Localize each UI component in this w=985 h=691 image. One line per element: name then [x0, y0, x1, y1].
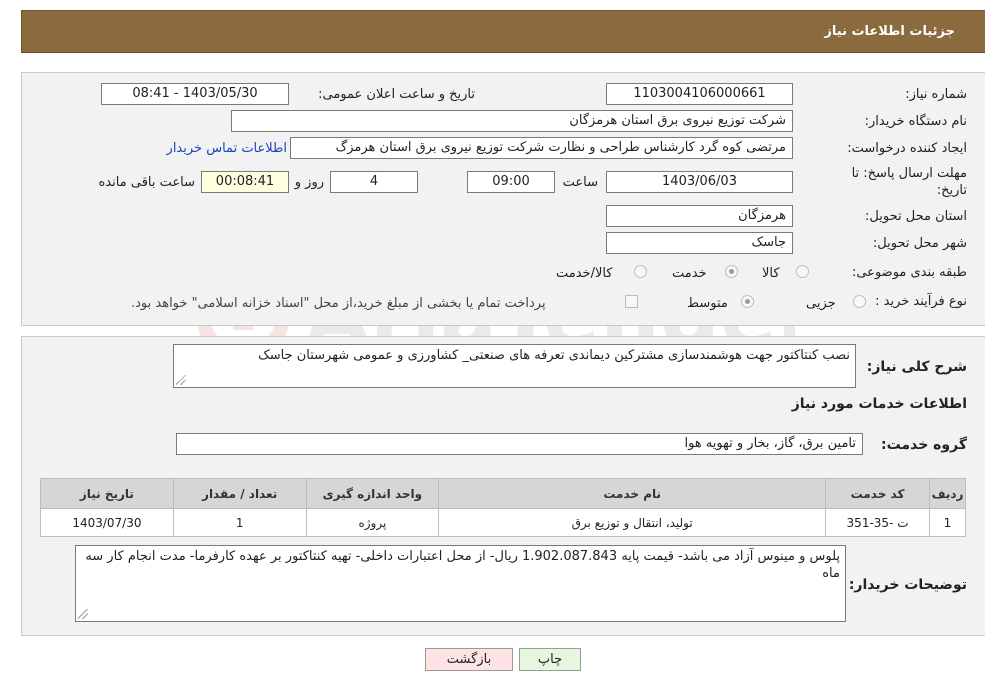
city-label: شهر محل تحویل: — [872, 236, 967, 251]
cell-service-code: ت -35-351 — [825, 508, 930, 537]
category-option-service: خدمت — [672, 266, 707, 281]
days-label: روز و — [294, 175, 324, 190]
process-option-medium: متوسط — [687, 296, 728, 311]
category-radio-goods-service[interactable] — [634, 265, 647, 278]
category-label: طبقه بندی موضوعی: — [851, 265, 967, 280]
treasury-payment-note: پرداخت تمام یا بخشی از مبلغ خرید،از محل … — [131, 296, 546, 311]
table-row: 1 ت -35-351 تولید، انتقال و توزیع برق پر… — [40, 508, 966, 537]
column-header-service-name: نام خدمت — [438, 478, 827, 509]
back-button[interactable]: بازگشت — [425, 648, 513, 671]
city-field[interactable]: جاسک — [606, 232, 793, 254]
process-radio-minor[interactable] — [853, 295, 866, 308]
resize-grip-icon[interactable] — [176, 375, 186, 385]
buyer-contact-link[interactable]: اطلاعات تماس خریدار — [167, 141, 287, 156]
remaining-label: ساعت باقی مانده — [98, 175, 195, 190]
announce-datetime-field[interactable]: 1403/05/30 - 08:41 — [101, 83, 289, 105]
page-title: جزئیات اطلاعات نیاز — [824, 24, 955, 39]
column-header-quantity: تعداد / مقدار — [172, 478, 307, 509]
province-label: استان محل تحویل: — [865, 209, 967, 224]
days-field[interactable]: 4 — [330, 171, 418, 193]
treasury-payment-checkbox[interactable] — [625, 295, 638, 308]
print-button[interactable]: چاپ — [519, 648, 581, 671]
process-type-label: نوع فرآیند خرید : — [875, 294, 967, 309]
table-header-row: ردیف کد خدمت نام خدمت واحد اندازه گیری ت… — [40, 478, 966, 509]
announce-label: تاریخ و ساعت اعلان عمومی: — [318, 87, 475, 102]
buyer-org-field[interactable]: شرکت توزیع نیروی برق استان هرمزگان — [231, 110, 793, 132]
need-number-field[interactable]: 1103004106000661 — [606, 83, 793, 105]
description-textarea[interactable]: نصب کنتاکتور جهت هوشمندسازی مشترکین دیما… — [173, 344, 856, 388]
service-group-field[interactable]: تامین برق، گاز، بخار و تهویه هوا — [176, 433, 863, 455]
category-option-goods-service: کالا/خدمت — [556, 266, 613, 281]
column-header-row-number: ردیف — [929, 478, 966, 509]
requester-field[interactable]: مرتضی کوه گرد کارشناس طراحی و نظارت شرکت… — [290, 137, 793, 159]
deadline-date-field[interactable]: 1403/06/03 — [606, 171, 793, 193]
province-field[interactable]: هرمزگان — [606, 205, 793, 227]
buyer-notes-textarea[interactable]: پلوس و مینوس آزاد می باشد- قیمت پایه 1.9… — [75, 545, 846, 622]
cell-need-date: 1403/07/30 — [40, 508, 174, 537]
process-radio-medium[interactable] — [741, 295, 754, 308]
deadline-time-field[interactable]: 09:00 — [467, 171, 555, 193]
deadline-label-2: تاریخ: — [936, 183, 967, 198]
remaining-time-field: 00:08:41 — [201, 171, 289, 193]
deadline-label: مهلت ارسال پاسخ: تا — [851, 166, 967, 181]
cell-quantity: 1 — [172, 508, 307, 537]
category-radio-goods[interactable] — [796, 265, 809, 278]
deadline-time-label: ساعت — [562, 175, 598, 190]
buyer-org-label: نام دستگاه خریدار: — [864, 114, 967, 129]
resize-grip-icon[interactable] — [78, 609, 88, 619]
process-option-minor: جزیی — [806, 296, 836, 311]
description-label: شرح کلی نیاز: — [866, 359, 967, 375]
services-section-title: اطلاعات خدمات مورد نیاز — [791, 396, 967, 412]
description-text: نصب کنتاکتور جهت هوشمندسازی مشترکین دیما… — [258, 348, 850, 363]
services-table: ردیف کد خدمت نام خدمت واحد اندازه گیری ت… — [40, 478, 966, 537]
buyer-notes-text: پلوس و مینوس آزاد می باشد- قیمت پایه 1.9… — [85, 549, 840, 581]
requester-label: ایجاد کننده درخواست: — [847, 141, 967, 156]
column-header-need-date: تاریخ نیاز — [40, 478, 174, 509]
cell-unit: پروژه — [305, 508, 440, 537]
buyer-notes-label: توضیحات خریدار: — [848, 577, 967, 593]
category-radio-service[interactable] — [725, 265, 738, 278]
cell-row-number: 1 — [929, 508, 966, 537]
need-number-label: شماره نیاز: — [905, 87, 967, 102]
service-group-label: گروه خدمت: — [881, 437, 967, 453]
column-header-service-code: کد خدمت — [825, 478, 930, 509]
column-header-unit: واحد اندازه گیری — [305, 478, 440, 509]
cell-service-name: تولید، انتقال و توزیع برق — [438, 508, 827, 537]
page-header: جزئیات اطلاعات نیاز — [21, 10, 985, 53]
category-option-goods: کالا — [762, 266, 780, 281]
